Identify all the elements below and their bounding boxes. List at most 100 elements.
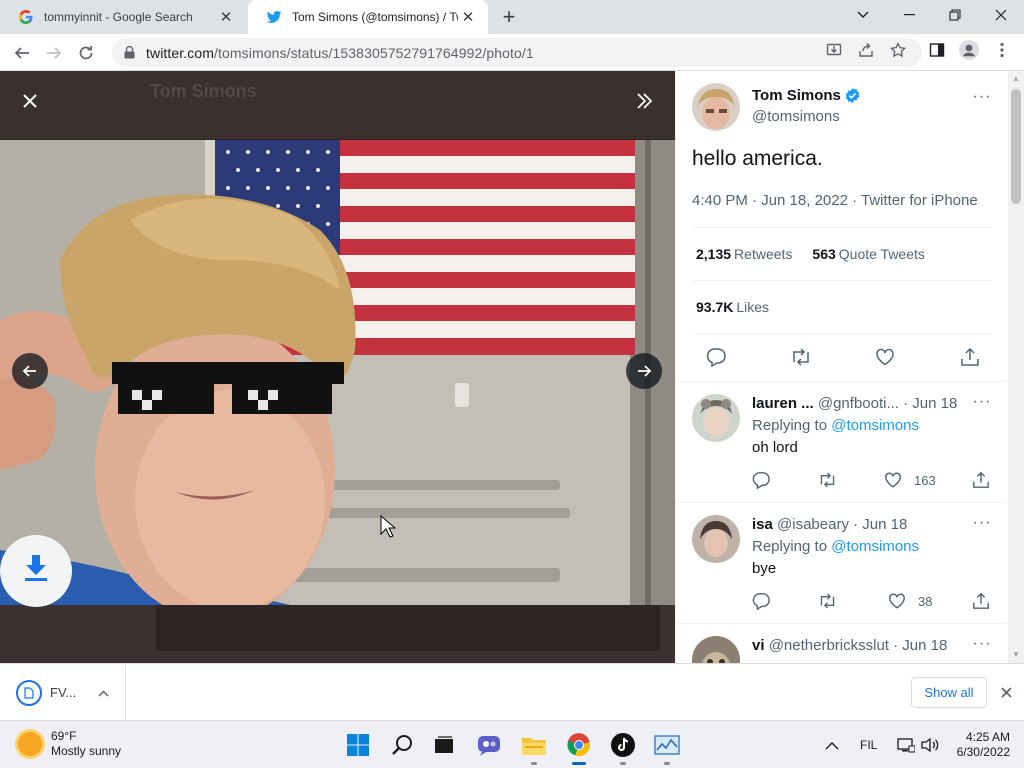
chevron-up-icon[interactable] <box>98 686 109 700</box>
input-language[interactable]: FIL <box>860 721 877 768</box>
previous-photo-button[interactable] <box>12 353 48 389</box>
reply-avatar[interactable] <box>692 515 740 563</box>
reply-date[interactable]: · Jun 18 <box>853 516 907 533</box>
show-hidden-icons-chevron-icon[interactable] <box>825 721 839 768</box>
mention-link[interactable]: @tomsimons <box>831 417 919 434</box>
install-app-icon[interactable] <box>823 39 845 61</box>
retweets-stat[interactable]: 2,135 Retweets <box>696 246 792 262</box>
reply-date[interactable]: · Jun 18 <box>903 395 957 412</box>
search-icon[interactable] <box>387 729 419 761</box>
reply-avatar[interactable] <box>692 394 740 442</box>
next-photo-button[interactable] <box>626 353 662 389</box>
scroll-up-arrow-icon[interactable]: ▲ <box>1012 75 1020 83</box>
download-extension-button[interactable] <box>0 535 72 607</box>
reply-author-name[interactable]: lauren ... <box>752 395 814 412</box>
tab-search-chevron-icon[interactable] <box>840 0 886 30</box>
like-heart-icon[interactable] <box>873 345 897 369</box>
mention-link[interactable]: @tomsimons <box>831 538 919 555</box>
reply-tweet[interactable]: vi @netherbricksslut · Jun 18 ··· <box>676 623 1007 663</box>
network-icon[interactable] <box>897 721 915 768</box>
task-view-icon[interactable] <box>428 729 460 761</box>
bookmark-star-icon[interactable] <box>887 39 909 61</box>
task-manager-icon[interactable] <box>651 729 683 765</box>
author-handle[interactable]: @tomsimons <box>752 108 840 125</box>
tab-close-icon[interactable]: ✕ <box>458 7 478 27</box>
new-tab-button[interactable]: + <box>498 6 520 29</box>
file-explorer-icon[interactable] <box>518 729 550 765</box>
close-viewer-button[interactable] <box>12 83 48 119</box>
reply-like-count: 163 <box>914 472 936 488</box>
tiktok-icon[interactable] <box>607 729 639 765</box>
tab-twitter[interactable]: Tom Simons (@tomsimons) / Tw ✕ <box>248 0 488 34</box>
teams-chat-icon[interactable] <box>473 729 505 761</box>
profile-avatar-icon[interactable] <box>958 39 980 61</box>
download-arrow-icon <box>25 555 47 581</box>
likes-stat[interactable]: 93.7K Likes <box>696 299 769 315</box>
share-upload-icon[interactable] <box>972 589 990 613</box>
address-bar[interactable]: twitter.com/tomsimons/status/15383057527… <box>112 38 922 67</box>
viewer-action-strip <box>156 605 660 651</box>
share-icon[interactable] <box>855 39 877 61</box>
reply-more-icon[interactable]: ··· <box>970 392 994 412</box>
share-upload-icon[interactable] <box>972 468 990 492</box>
retweet-icon[interactable] <box>818 589 837 613</box>
download-file-icon <box>16 679 42 706</box>
reply-icon[interactable] <box>752 589 770 613</box>
system-clock[interactable]: 4:25 AM 6/30/2022 <box>950 730 1010 760</box>
tweet-more-icon[interactable]: ··· <box>970 87 994 107</box>
share-upload-icon[interactable] <box>958 345 982 369</box>
minimize-icon[interactable] <box>886 0 932 30</box>
forward-arrow-icon[interactable] <box>41 40 67 66</box>
divider <box>692 280 992 281</box>
reply-actions: 38 <box>752 589 992 613</box>
weather-widget[interactable]: 69°F Mostly sunny <box>18 729 121 759</box>
windows-start-icon[interactable] <box>342 729 374 761</box>
reply-more-icon[interactable]: ··· <box>970 634 994 654</box>
show-all-downloads-button[interactable]: Show all <box>911 677 987 708</box>
reply-more-icon[interactable]: ··· <box>970 513 994 533</box>
volume-icon[interactable] <box>921 721 939 768</box>
browser-menu-icon[interactable] <box>991 39 1013 61</box>
expand-panel-button[interactable] <box>626 83 662 119</box>
tweet-timestamp[interactable]: 4:40 PM · Jun 18, 2022 · Twitter for iPh… <box>692 192 978 209</box>
quote-tweets-count: 563 <box>812 246 836 262</box>
scroll-down-arrow-icon[interactable]: ▼ <box>1012 651 1020 659</box>
window-close-icon[interactable] <box>978 0 1024 30</box>
author-avatar[interactable] <box>692 83 740 131</box>
twitter-icon <box>266 9 282 25</box>
arrow-left-icon <box>22 365 36 377</box>
scrollbar-thumb[interactable] <box>1011 89 1021 204</box>
reply-date[interactable]: · Jun 18 <box>893 637 947 654</box>
tab-google-search[interactable]: tommyinnit - Google Search ✕ <box>0 0 246 34</box>
tweet-photo[interactable] <box>0 140 675 605</box>
quote-tweets-stat[interactable]: 563 Quote Tweets <box>812 246 925 262</box>
author-name-row: Tom Simons <box>752 87 861 104</box>
reply-tweet[interactable]: lauren ... @gnfbooti... · Jun 18 ··· Rep… <box>676 381 1007 501</box>
author-name[interactable]: Tom Simons <box>752 87 841 104</box>
close-download-shelf-icon[interactable] <box>994 680 1018 704</box>
download-item[interactable]: FV... <box>0 664 126 721</box>
like-button[interactable]: 38 <box>888 589 932 613</box>
side-panel-icon[interactable] <box>926 39 948 61</box>
lock-icon[interactable] <box>122 46 136 60</box>
reply-author-handle[interactable]: @isabeary <box>777 516 849 533</box>
panel-scrollbar[interactable]: ▲ ▼ <box>1008 71 1024 663</box>
reply-icon[interactable] <box>752 468 770 492</box>
restore-icon[interactable] <box>932 0 978 30</box>
chrome-icon[interactable] <box>563 729 595 765</box>
tab-close-icon[interactable]: ✕ <box>216 7 236 27</box>
tweet-author: Tom Simons @tomsimons <box>692 83 992 133</box>
reload-icon[interactable] <box>73 40 99 66</box>
back-arrow-icon[interactable] <box>9 40 35 66</box>
reply-tweet[interactable]: isa @isabeary · Jun 18 ··· Replying to @… <box>676 502 1007 622</box>
reply-avatar[interactable] <box>692 636 740 663</box>
retweet-icon[interactable] <box>818 468 837 492</box>
reply-author-name[interactable]: isa <box>752 516 773 533</box>
reply-author-handle[interactable]: @gnfbooti... <box>818 395 899 412</box>
retweet-icon[interactable] <box>789 345 813 369</box>
like-button[interactable]: 163 <box>884 468 936 492</box>
browser-tabstrip: tommyinnit - Google Search ✕ Tom Simons … <box>0 0 1024 34</box>
reply-icon[interactable] <box>704 345 728 369</box>
reply-author-handle[interactable]: @netherbricksslut <box>769 637 889 654</box>
reply-author-name[interactable]: vi <box>752 637 765 654</box>
